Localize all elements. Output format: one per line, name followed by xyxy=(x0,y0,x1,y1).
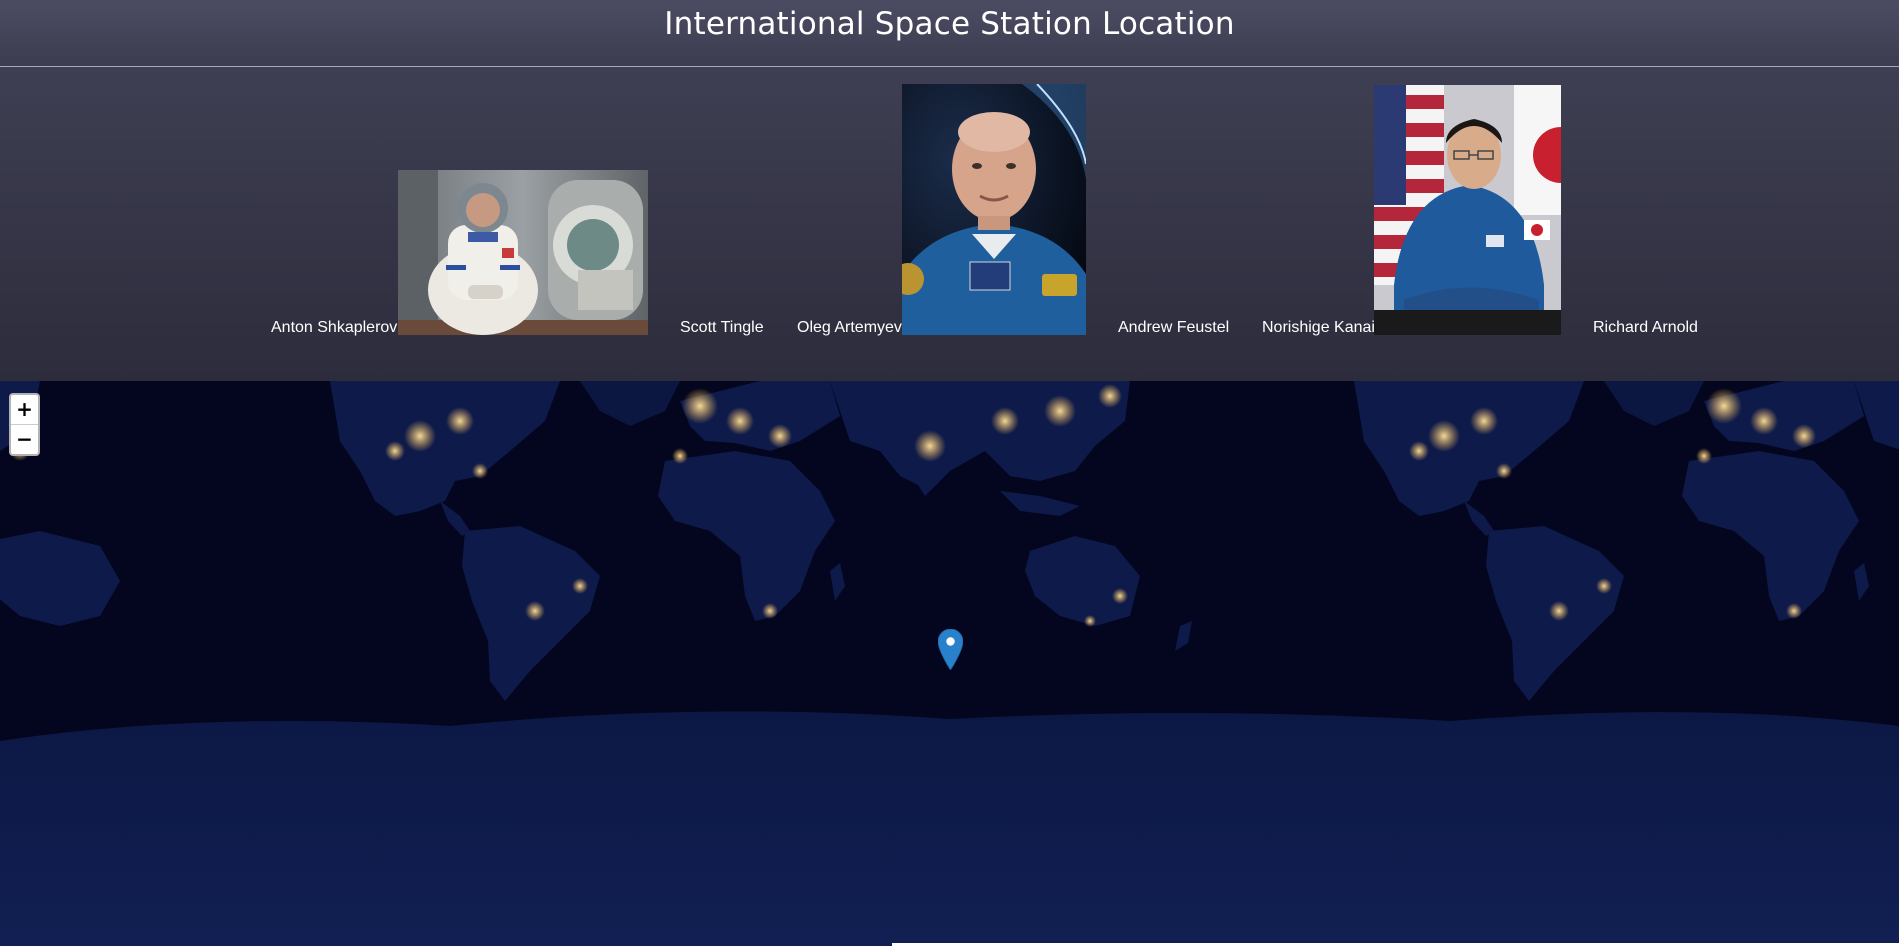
map-pin-icon[interactable] xyxy=(937,628,964,671)
world-map[interactable]: + − xyxy=(0,381,1899,946)
crew-name-anton-shkaplerov: Anton Shkaplerov xyxy=(271,319,398,336)
crew-panel: Anton Shkaplerov Scott Tingle Oleg Artem… xyxy=(0,67,1899,381)
crew-name-oleg-artemyev: Oleg Artemyev xyxy=(797,319,902,336)
crew-name-norishige-kanai: Norishige Kanai xyxy=(1262,319,1375,336)
zoom-in-button[interactable]: + xyxy=(11,395,38,424)
crew-name-richard-arnold: Richard Arnold xyxy=(1593,319,1698,336)
crew-name-andrew-feustel: Andrew Feustel xyxy=(1118,319,1230,336)
zoom-control: + − xyxy=(9,393,40,456)
crew-photo-anton-shkaplerov xyxy=(398,170,648,335)
crew-photo-oleg-artemyev xyxy=(902,84,1086,335)
page-title: International Space Station Location xyxy=(664,6,1235,42)
crew-photo-norishige-kanai xyxy=(1374,85,1561,335)
zoom-out-button[interactable]: − xyxy=(11,424,38,454)
crew-name-scott-tingle: Scott Tingle xyxy=(680,319,764,336)
page-header: International Space Station Location xyxy=(0,0,1899,67)
